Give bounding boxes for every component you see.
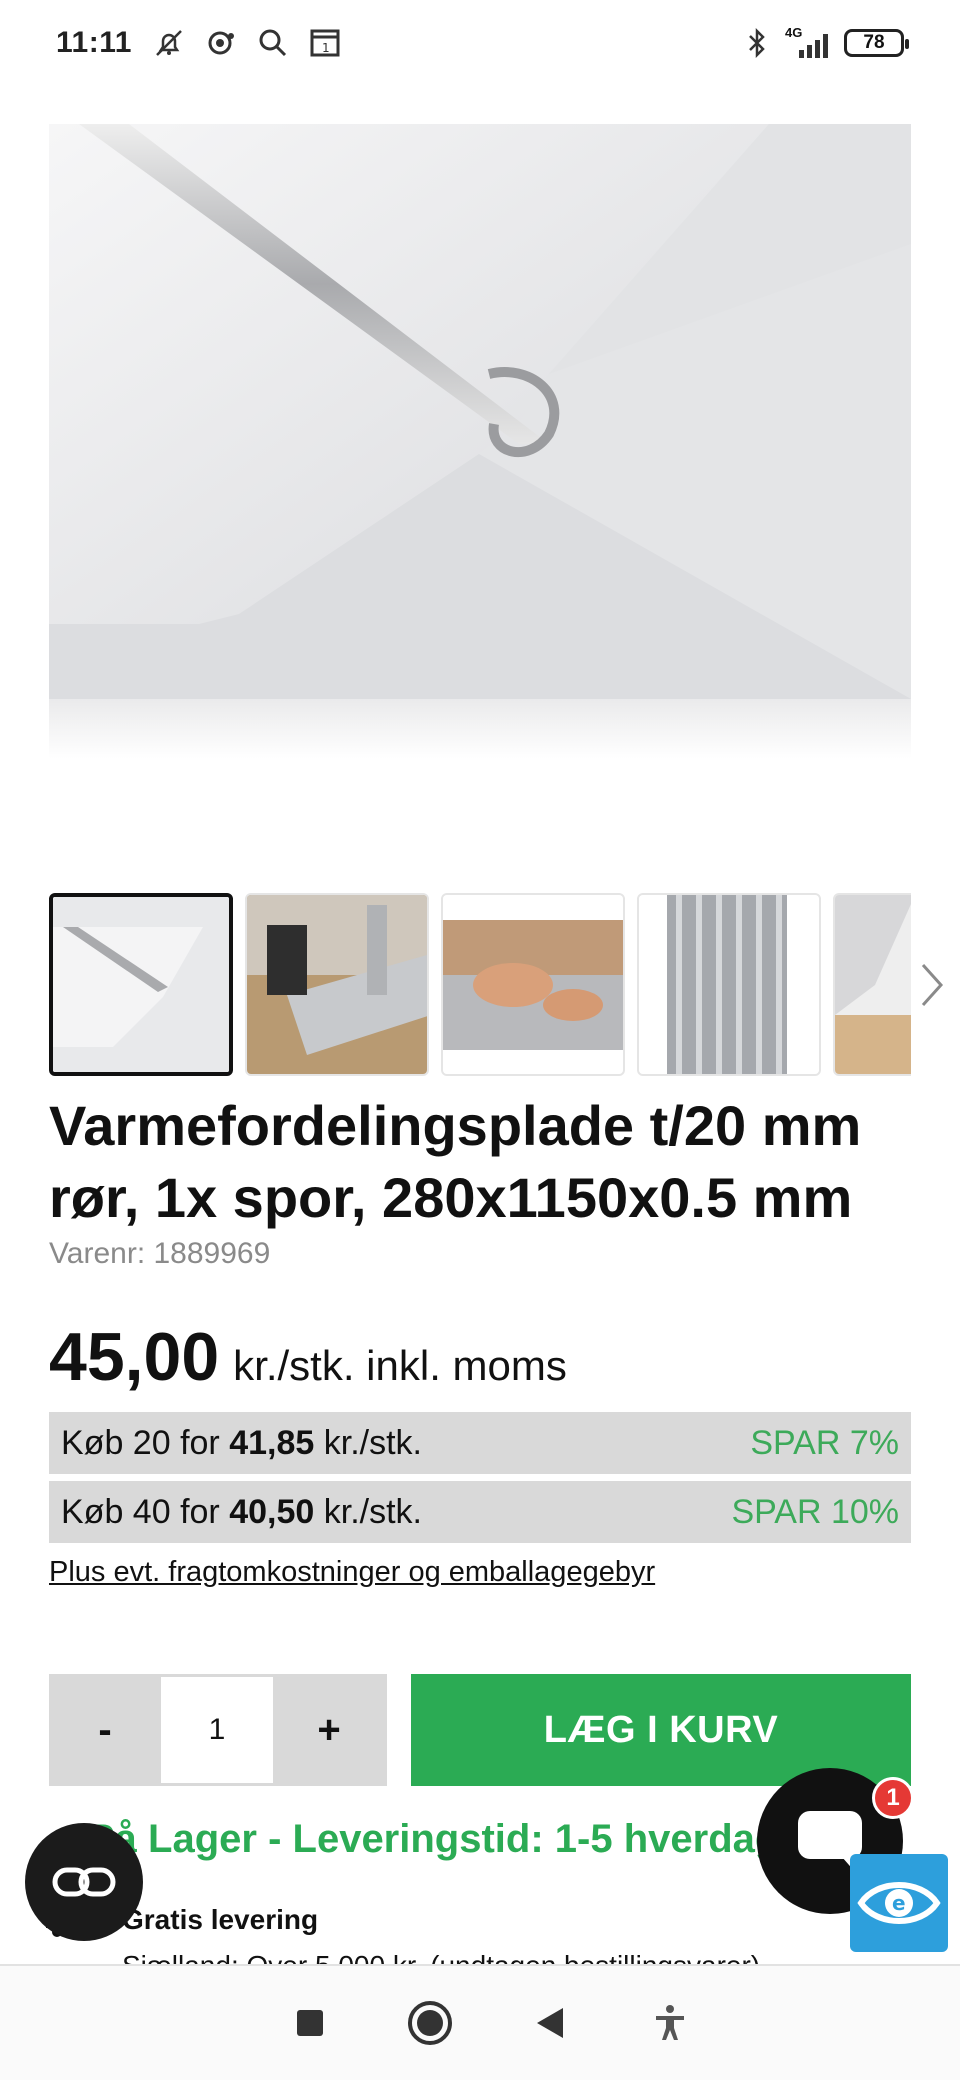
delivery-title: Gratis levering	[122, 1904, 319, 1935]
quantity-increase-button[interactable]: +	[273, 1674, 385, 1786]
thumbnail-3[interactable]	[441, 893, 625, 1076]
recents-square-icon[interactable]	[280, 1993, 340, 2053]
chat-status-icon	[208, 31, 234, 55]
status-time: 11:11	[56, 26, 132, 59]
home-circle-icon[interactable]	[400, 1993, 460, 2053]
battery-icon: 78	[844, 29, 909, 57]
link-icon	[52, 1867, 116, 1897]
freight-info-link[interactable]: Plus evt. fragtomkostninger og emballage…	[49, 1556, 655, 1589]
network-label: 4G	[785, 25, 803, 40]
notification-off-icon	[156, 30, 182, 56]
tier-price: 40,50	[229, 1492, 315, 1531]
link-widget-button[interactable]	[25, 1823, 143, 1941]
back-triangle-icon[interactable]	[520, 1993, 580, 2053]
accessibility-person-icon[interactable]	[640, 1993, 700, 2053]
tier-price: 41,85	[229, 1423, 315, 1462]
bluetooth-icon	[749, 27, 765, 59]
accessibility-widget-button[interactable]: e	[850, 1854, 948, 1952]
product-image-shadow	[49, 699, 911, 759]
product-sku: Varenr: 1889969	[49, 1237, 271, 1270]
signal-icon: 4G	[785, 25, 828, 58]
svg-text:e: e	[892, 1891, 906, 1915]
product-title: Varmefordelingsplade t/20 mm rør, 1x spo…	[49, 1094, 862, 1229]
quantity-input[interactable]: 1	[161, 1677, 273, 1783]
heat-plate-illustration	[49, 124, 911, 699]
thumbnail-strip	[49, 893, 911, 1076]
bulk-price-tier: Køb 20 for 41,85 kr./stk. SPAR 7%	[49, 1412, 911, 1474]
thumbnail-1[interactable]	[49, 893, 233, 1076]
battery-level: 78	[863, 32, 885, 53]
bulk-price-tier: Køb 40 for 40,50 kr./stk. SPAR 10%	[49, 1481, 911, 1543]
thumbnail-next-chevron-icon[interactable]	[912, 955, 952, 1015]
eye-icon: e	[857, 1882, 941, 1924]
tier-prefix: Køb 20 for	[61, 1423, 220, 1462]
tier-prefix: Køb 40 for	[61, 1492, 220, 1531]
quantity-decrease-button[interactable]: -	[49, 1674, 161, 1786]
price-row: 45,00 kr./stk. inkl. moms	[49, 1318, 567, 1396]
system-nav-bar	[0, 1964, 960, 2080]
product-main-image[interactable]	[49, 124, 911, 699]
status-left-icons: 1	[152, 26, 342, 60]
tier-unit: kr./stk.	[323, 1423, 422, 1462]
thumbnail-2[interactable]	[245, 893, 429, 1076]
thumbnail-4[interactable]	[637, 893, 821, 1076]
tier-save-label: SPAR 7%	[750, 1423, 899, 1462]
price-unit: kr./stk. inkl. moms	[233, 1342, 567, 1389]
status-right-icons: 4G 78	[745, 25, 909, 60]
thumbnail-5[interactable]	[833, 893, 911, 1076]
price-value: 45,00	[49, 1319, 220, 1395]
calendar-icon: 1	[310, 29, 340, 57]
svg-text:1: 1	[322, 41, 330, 55]
chat-unread-badge: 1	[872, 1777, 914, 1819]
status-bar: 11:11 1 4G 78	[0, 0, 960, 86]
search-icon	[259, 29, 286, 57]
tier-unit: kr./stk.	[323, 1492, 422, 1531]
quantity-stepper: - 1 +	[49, 1674, 387, 1786]
stock-status: På Lager - Leveringstid: 1-5 hverdage	[88, 1817, 802, 1861]
tier-save-label: SPAR 10%	[731, 1492, 899, 1531]
